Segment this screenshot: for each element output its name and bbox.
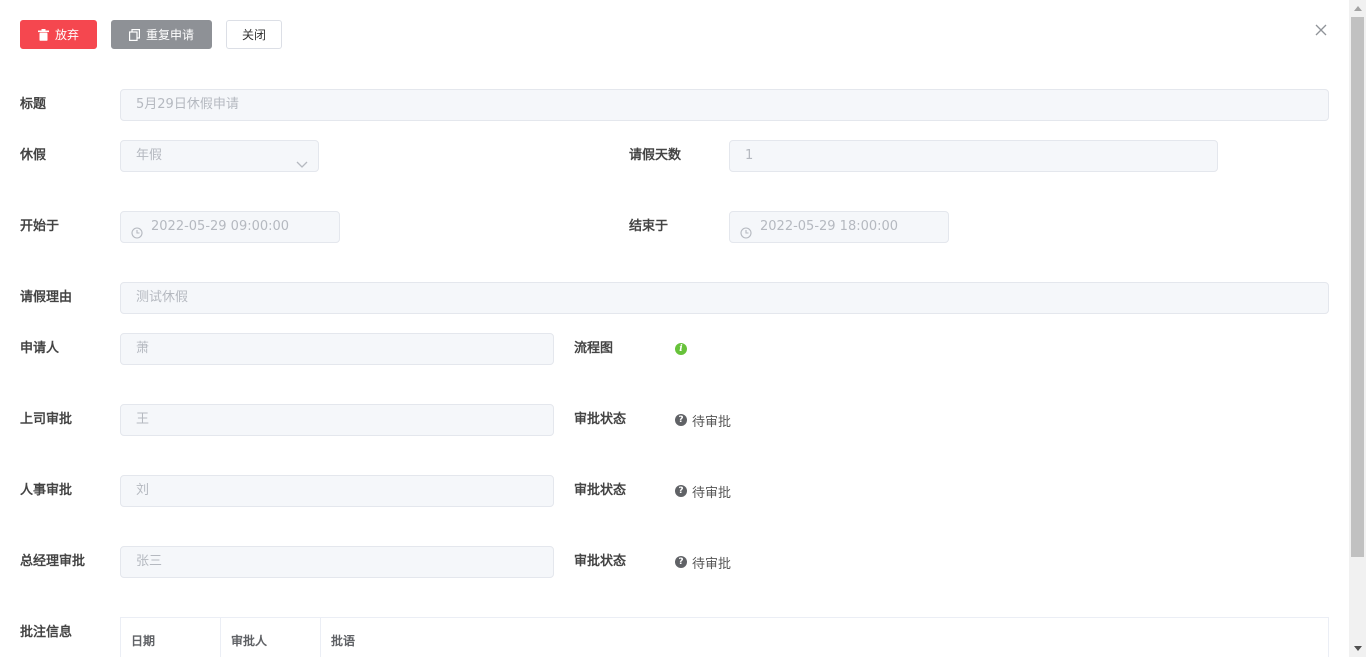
end-label: 结束于 xyxy=(629,219,669,234)
start-datetime-input[interactable]: 2022-05-29 09:00:00 xyxy=(120,211,340,243)
end-value: 2022-05-29 18:00:00 xyxy=(760,219,899,234)
column-header-comment[interactable]: 批语 xyxy=(321,618,1328,657)
gm-label: 总经理审批 xyxy=(20,554,86,569)
scrollbar-thumb[interactable] xyxy=(1351,17,1364,557)
supervisor-label: 上司审批 xyxy=(20,412,73,427)
days-label: 请假天数 xyxy=(629,148,682,163)
flowchart-label: 流程图 xyxy=(574,341,614,356)
end-datetime-input[interactable]: 2022-05-29 18:00:00 xyxy=(729,211,949,243)
days-input[interactable]: 1 xyxy=(729,140,1218,172)
title-input[interactable]: 5月29日休假申请 xyxy=(120,89,1329,121)
leave-type-label: 休假 xyxy=(20,148,47,163)
leave-type-value: 年假 xyxy=(136,148,163,163)
hr-input[interactable]: 刘 xyxy=(120,475,554,507)
abandon-button[interactable]: 放弃 xyxy=(20,20,97,49)
info-icon[interactable]: i xyxy=(675,343,687,355)
reapply-button[interactable]: 重复申请 xyxy=(111,20,212,49)
clock-icon xyxy=(131,221,143,242)
hr-status-label: 审批状态 xyxy=(574,483,627,498)
scroll-up-arrow-icon[interactable] xyxy=(1349,0,1366,17)
question-icon: ? xyxy=(675,556,687,568)
comments-table: 日期 审批人 批语 xyxy=(120,617,1329,657)
trash-icon xyxy=(37,28,49,41)
abandon-label: 放弃 xyxy=(54,28,79,42)
scroll-down-arrow-icon[interactable] xyxy=(1349,640,1366,657)
reason-label: 请假理由 xyxy=(20,290,73,305)
title-label: 标题 xyxy=(20,97,47,112)
copy-icon xyxy=(128,28,140,41)
applicant-label: 申请人 xyxy=(20,341,60,356)
gm-status-text: 待审批 xyxy=(692,556,732,572)
gm-input[interactable]: 张三 xyxy=(120,546,554,578)
close-icon[interactable] xyxy=(1313,22,1329,38)
start-label: 开始于 xyxy=(20,219,60,234)
question-icon: ? xyxy=(675,414,687,426)
hr-status-text: 待审批 xyxy=(692,485,732,501)
question-icon: ? xyxy=(675,485,687,497)
column-header-approver[interactable]: 审批人 xyxy=(221,618,321,657)
supervisor-status-label: 审批状态 xyxy=(574,412,627,427)
clock-icon xyxy=(740,221,752,242)
gm-status-label: 审批状态 xyxy=(574,554,627,569)
leave-application-page: 放弃 重复申请 关闭 标题 5月29日休假申请 休假 年假 请假天数 1 开始于… xyxy=(0,0,1366,657)
hr-status: ? 待审批 xyxy=(675,481,731,501)
leave-type-select[interactable]: 年假 xyxy=(120,140,319,172)
reason-input[interactable]: 测试休假 xyxy=(120,282,1329,314)
supervisor-input[interactable]: 王 xyxy=(120,404,554,436)
column-header-date[interactable]: 日期 xyxy=(121,618,221,657)
chevron-down-icon xyxy=(296,151,308,171)
vertical-scrollbar[interactable] xyxy=(1349,0,1366,657)
close-button[interactable]: 关闭 xyxy=(226,20,282,49)
start-value: 2022-05-29 09:00:00 xyxy=(151,219,290,234)
supervisor-status-text: 待审批 xyxy=(692,414,732,430)
reapply-label: 重复申请 xyxy=(145,28,194,42)
hr-label: 人事审批 xyxy=(20,483,73,498)
applicant-input[interactable]: 萧 xyxy=(120,333,554,365)
gm-status: ? 待审批 xyxy=(675,552,731,572)
supervisor-status: ? 待审批 xyxy=(675,410,731,430)
close-label: 关闭 xyxy=(241,28,266,42)
comments-label: 批注信息 xyxy=(20,625,73,640)
